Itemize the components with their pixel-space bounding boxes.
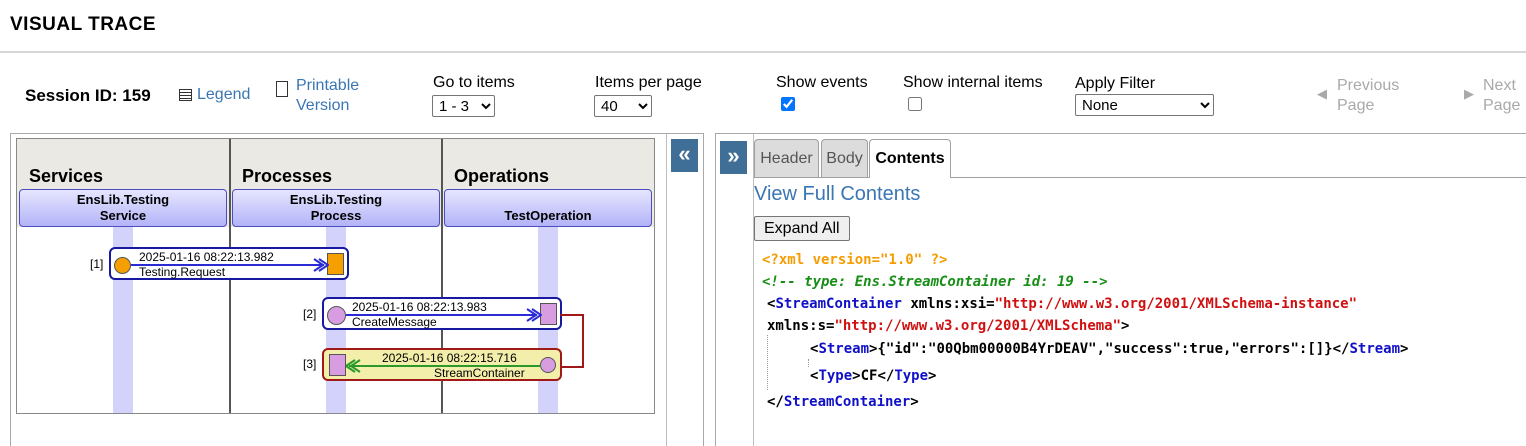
document-icon xyxy=(276,81,288,97)
apply-filter-label: Apply Filter xyxy=(1075,75,1156,92)
pane-divider xyxy=(666,134,667,446)
xml-root-tag: StreamContainer xyxy=(775,296,902,312)
next-line2: Page xyxy=(1483,97,1521,114)
trace-pane: Services Processes Operations EnsLib.Tes… xyxy=(10,133,704,446)
tab-contents[interactable]: Contents xyxy=(869,139,951,178)
show-internal-label: Show internal items xyxy=(903,74,1043,91)
square-icon xyxy=(327,253,344,275)
detail-pane: » Header Body Contents View Full Content… xyxy=(715,133,1526,446)
circle-icon xyxy=(114,257,131,274)
previous-line2: Page xyxy=(1337,97,1375,114)
circle-icon xyxy=(327,306,346,325)
xml-attr-name: xmlns:s xyxy=(767,318,827,334)
lane-box-line2: Service xyxy=(99,208,147,223)
trace-diagram: Services Processes Operations EnsLib.Tes… xyxy=(16,138,655,414)
printable-line1: Printable xyxy=(296,77,360,94)
square-icon xyxy=(540,303,557,325)
page-title: VISUAL TRACE xyxy=(10,14,157,35)
triangle-left-icon: ◀ xyxy=(1317,86,1327,101)
apply-filter-select[interactable]: None xyxy=(1075,94,1214,116)
expand-pane-button[interactable]: » xyxy=(720,141,747,174)
message-name: StreamContainer xyxy=(434,366,525,380)
xml-root-close-tag: StreamContainer xyxy=(783,394,911,410)
lane-box-line2: TestOperation xyxy=(504,208,592,223)
xml-type-element: <Type>CF</Type> xyxy=(810,368,937,384)
expand-all-button[interactable]: Expand All xyxy=(754,216,850,241)
xml-attr-name: xmlns:xsi xyxy=(910,296,987,312)
message-time: 2025-01-16 08:22:13.983 xyxy=(352,300,487,314)
column-header-services: Services xyxy=(29,166,104,186)
tab-header[interactable]: Header xyxy=(754,139,819,177)
square-icon xyxy=(329,354,346,376)
xml-stream-element: <Stream>{"id":"00Qbm00000B4YrDEAV","succ… xyxy=(810,341,1409,357)
lane-box-operations[interactable]: TestOperation xyxy=(444,189,652,227)
message-time: 2025-01-16 08:22:15.716 xyxy=(382,351,517,365)
lane-box-processes[interactable]: EnsLib.Testing Process xyxy=(232,189,440,227)
lane-box-line1 xyxy=(445,192,651,208)
printable-line2: Version xyxy=(296,97,350,114)
column-header-processes: Processes xyxy=(242,166,333,186)
xml-indent-guide xyxy=(808,359,809,367)
title-bar: VISUAL TRACE xyxy=(0,0,1526,53)
legend-link[interactable]: Legend xyxy=(179,86,250,104)
xml-indent-guide xyxy=(767,335,768,390)
view-full-contents-link[interactable]: View Full Contents xyxy=(754,183,920,206)
items-per-page-label: Items per page xyxy=(595,74,702,91)
message-row[interactable]: 2025-01-16 08:22:13.982 Testing.Request xyxy=(109,247,349,280)
xml-type-value: CF xyxy=(860,368,878,384)
message-time: 2025-01-16 08:22:13.982 xyxy=(139,250,274,264)
session-id-label: Session ID: 159 xyxy=(25,86,151,105)
goto-items-select[interactable]: 1 - 3 xyxy=(432,95,495,117)
collapse-pane-button[interactable]: « xyxy=(671,139,698,172)
message-row[interactable]: 2025-01-16 08:22:13.983 CreateMessage xyxy=(322,297,562,330)
lane-box-line2: Process xyxy=(310,208,362,223)
xml-stream-open-tag: Stream xyxy=(818,341,870,357)
show-events-checkbox[interactable] xyxy=(781,97,795,111)
xml-type-close-tag: Type xyxy=(894,368,929,384)
message-seq: [2] xyxy=(303,307,317,321)
xml-attr-value: "http://www.w3.org/2001/XMLSchema-instan… xyxy=(994,296,1358,312)
legend-link-label: Legend xyxy=(197,86,251,103)
goto-items-label: Go to items xyxy=(433,74,515,91)
response-connector xyxy=(560,314,584,368)
next-line1: Next xyxy=(1483,77,1516,94)
message-seq: [3] xyxy=(303,357,317,371)
xml-declaration: <?xml version="1.0" ?> xyxy=(762,252,948,268)
items-per-page-select[interactable]: 40 xyxy=(594,95,652,117)
xml-type-open-tag: Type xyxy=(818,368,853,384)
message-seq: [1] xyxy=(90,257,104,271)
message-name: Testing.Request xyxy=(139,265,226,279)
lane-box-line1: EnsLib.Testing xyxy=(76,192,170,207)
table-icon xyxy=(179,88,192,101)
xml-attr-value: "http://www.w3.org/2001/XMLSchema" xyxy=(834,318,1122,334)
xml-comment: <!-- type: Ens.StreamContainer id: 19 --… xyxy=(762,274,1108,290)
circle-icon xyxy=(540,357,556,373)
lane-box-line1: EnsLib.Testing xyxy=(289,192,383,207)
pane-divider xyxy=(753,134,754,446)
column-header-operations: Operations xyxy=(454,166,550,186)
tab-body[interactable]: Body xyxy=(821,139,868,177)
previous-line1: Previous xyxy=(1337,77,1400,94)
message-row[interactable]: 2025-01-16 08:22:15.716 StreamContainer xyxy=(322,348,562,381)
show-events-label: Show events xyxy=(776,74,868,91)
message-name: CreateMessage xyxy=(352,315,437,329)
xml-root-open: <StreamContainer xmlns:xsi="http://www.w… xyxy=(767,296,1358,312)
xml-root-open-cont: xmlns:s="http://www.w3.org/2001/XMLSchem… xyxy=(767,318,1130,334)
xml-stream-value: {"id":"00Qbm00000B4YrDEAV","success":tru… xyxy=(877,341,1333,357)
triangle-right-icon: ▶ xyxy=(1464,86,1474,101)
xml-root-close: </StreamContainer> xyxy=(767,394,919,410)
show-internal-checkbox[interactable] xyxy=(908,97,922,111)
lane-box-services[interactable]: EnsLib.Testing Service xyxy=(19,189,227,227)
xml-stream-close-tag: Stream xyxy=(1349,341,1401,357)
